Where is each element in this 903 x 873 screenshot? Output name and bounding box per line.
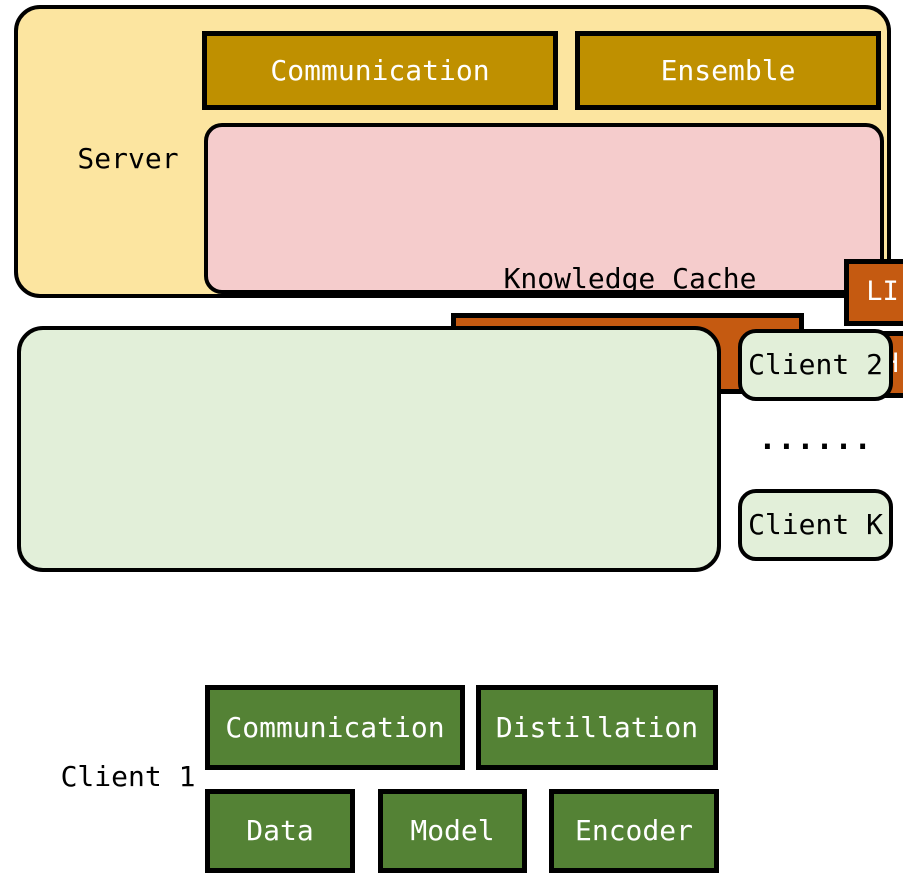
server-label: Server: [77, 142, 179, 176]
server-communication-module[interactable]: Communication: [202, 31, 558, 110]
client-encoder-module[interactable]: Encoder: [549, 789, 719, 873]
knowledge-cache-title: Knowledge Cache: [503, 262, 757, 296]
client-data-module[interactable]: Data: [205, 789, 355, 873]
server-ensemble-module[interactable]: Ensemble: [575, 31, 881, 110]
server-container: Server Communication Ensemble Knowledge …: [14, 5, 903, 398]
client-1-container: Client 1 Communication Distillation Data…: [17, 326, 721, 873]
knowledge-cache-container: Knowledge Cache Retrieval LI IK IH IR: [204, 123, 903, 398]
client-model-module[interactable]: Model: [378, 789, 527, 873]
clients-ellipsis: ......: [758, 422, 873, 458]
index-li-module[interactable]: LI: [844, 259, 903, 326]
client-k-box[interactable]: Client K: [738, 489, 893, 561]
client-distillation-module[interactable]: Distillation: [476, 685, 718, 770]
client-1-label: Client 1: [60, 760, 196, 794]
architecture-diagram: Server Communication Ensemble Knowledge …: [0, 0, 903, 873]
client-2-box[interactable]: Client 2: [738, 329, 893, 401]
client-communication-module[interactable]: Communication: [205, 685, 465, 770]
